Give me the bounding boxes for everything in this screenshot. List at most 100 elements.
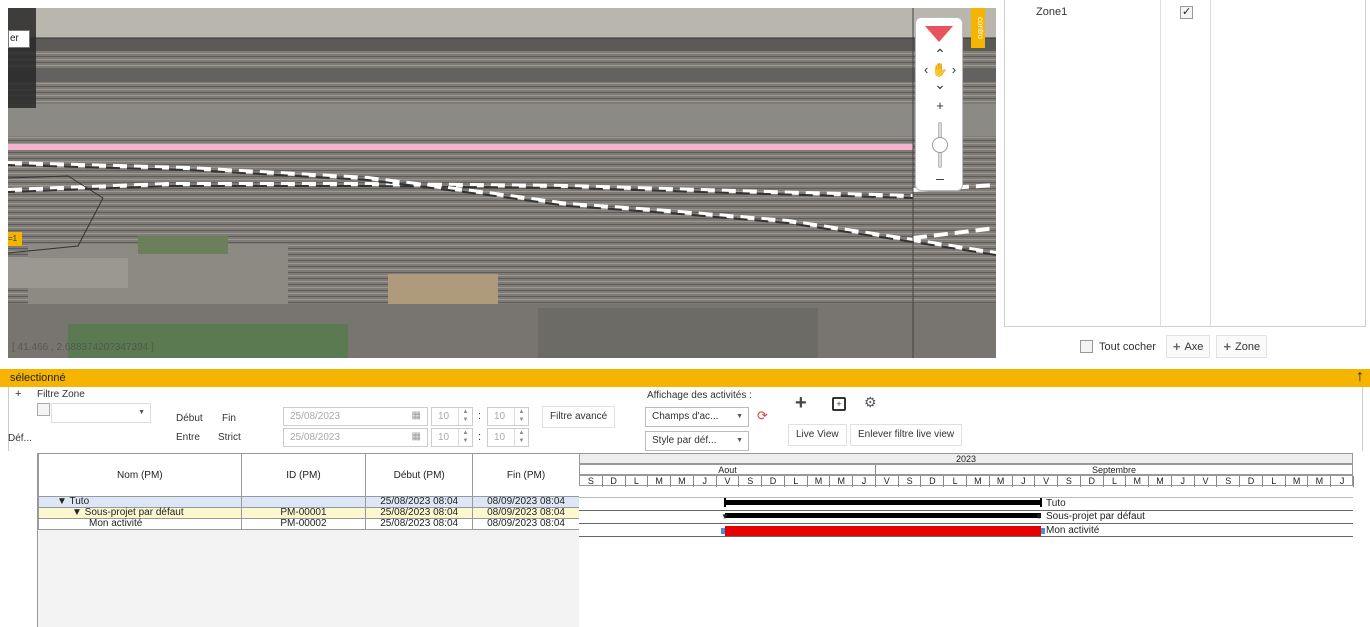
table-row[interactable]: ▼ Sous-projet par défaut PM-00001 25/08/… <box>38 507 580 519</box>
gantt-bar-tuto[interactable] <box>725 500 1041 505</box>
plus-icon: + <box>1172 339 1181 354</box>
day-label: M <box>1286 476 1309 487</box>
expand-all-icon[interactable]: + <box>832 397 846 411</box>
grid-column-divider <box>1160 0 1161 327</box>
month-label: Septembre <box>1091 465 1137 475</box>
zoom-in-icon[interactable]: + <box>916 98 964 113</box>
column-header-start[interactable]: Début (PM) <box>365 453 474 497</box>
refresh-icon[interactable]: ⟳ <box>757 408 768 424</box>
day-label: M <box>1126 476 1150 487</box>
end-date-input[interactable]: 25/08/2023 ▦ <box>283 428 428 447</box>
column-header-name[interactable]: Nom (PM) <box>38 453 242 497</box>
end-minute-spinner[interactable]: 10 ▲ ▼ <box>487 428 529 447</box>
start-minute-spinner[interactable]: 10 ▲ ▼ <box>487 407 529 426</box>
gantt-bar-activity[interactable] <box>725 526 1041 536</box>
day-label: V <box>1035 476 1059 487</box>
pan-down-icon[interactable]: ⌄ <box>916 76 964 93</box>
zones-panel: Zone1 Tout cocher +Axe +Zone <box>1004 0 1370 358</box>
column-header-end[interactable]: Fin (PM) <box>472 453 580 497</box>
day-label: M <box>1308 476 1332 487</box>
calendar-icon[interactable]: ▦ <box>412 431 421 442</box>
day-label: L <box>785 476 808 487</box>
start-hour-spinner[interactable]: 10 ▲ ▼ <box>431 407 473 426</box>
add-zone-label: Zone <box>1235 340 1261 353</box>
zoom-out-icon[interactable]: – <box>916 170 964 186</box>
spinner-arrows-icon[interactable]: ▲ ▼ <box>514 429 528 446</box>
add-zone-button[interactable]: + Zone <box>1216 335 1268 358</box>
add-axis-button[interactable]: + Axe <box>1165 335 1211 358</box>
grid-column-divider <box>1210 0 1211 327</box>
style-select[interactable]: Style par déf... ▼ <box>645 431 749 451</box>
spinner-arrows-icon[interactable]: ▲ ▼ <box>458 408 472 425</box>
day-label: J <box>1013 476 1036 487</box>
strict-label[interactable]: Strict <box>218 432 241 443</box>
activities-display-label: Affichage des activités : <box>647 390 752 401</box>
calendar-icon[interactable]: ▦ <box>412 410 421 421</box>
day-label: M <box>671 476 694 487</box>
chevron-down-icon: ▼ <box>736 413 743 420</box>
row-start: 25/08/2023 08:04 <box>365 496 474 508</box>
map-search-stub[interactable]: er <box>8 30 30 48</box>
add-button[interactable]: + <box>15 388 21 400</box>
day-label: L <box>1263 476 1286 487</box>
chevron-down-icon: ▼ <box>138 409 145 416</box>
table-row[interactable]: Mon activité PM-00002 25/08/2023 08:04 0… <box>38 518 580 530</box>
gantt-bar-cap <box>724 498 726 507</box>
filter-zone-select[interactable]: ▼ <box>51 403 151 423</box>
zone-checkbox[interactable] <box>1180 5 1193 19</box>
day-label: V <box>1195 476 1218 487</box>
remove-live-filter-button[interactable]: Enlever filtre live view <box>850 424 963 446</box>
zone-name: Zone1 <box>1036 6 1068 18</box>
zones-panel-actions: Tout cocher + Axe + Zone <box>1080 335 1268 358</box>
compass-icon[interactable] <box>925 26 953 42</box>
day-label: M <box>648 476 672 487</box>
plus-icon: + <box>1223 339 1232 354</box>
gantt-label-tuto: Tuto <box>1046 498 1066 509</box>
map-navigation-control[interactable]: ⌃ ‹ ✋ › ⌄ + – <box>915 17 963 191</box>
gantt-handle[interactable] <box>1041 528 1045 534</box>
controls-tab[interactable]: contro <box>971 8 985 48</box>
filter-zone-label: Filtre Zone <box>37 389 85 400</box>
row-end: 08/09/2023 08:04 <box>472 518 580 530</box>
fields-select[interactable]: Champs d'ac... ▼ <box>645 407 749 427</box>
gantt-month-header: Aout Septembre <box>579 464 1353 475</box>
column-header-id[interactable]: ID (PM) <box>240 453 367 497</box>
selection-bar[interactable]: sélectionné ↑ <box>0 368 1370 387</box>
check-all-checkbox[interactable] <box>1080 340 1093 353</box>
time-separator: : <box>478 410 482 422</box>
gantt-bar-subproject[interactable] <box>725 513 1041 518</box>
summary-marker-icon: ▼ <box>1035 512 1043 521</box>
start-date-input[interactable]: 25/08/2023 ▦ <box>283 407 428 426</box>
live-view-button[interactable]: Live View <box>788 424 847 446</box>
spinner-arrows-icon[interactable]: ▲ ▼ <box>514 408 528 425</box>
day-label: L <box>626 476 649 487</box>
row-id <box>240 496 367 508</box>
fin-label[interactable]: Fin <box>222 413 236 424</box>
add-activity-icon[interactable]: + <box>795 392 807 415</box>
day-label: J <box>1172 476 1195 487</box>
row-start: 25/08/2023 08:04 <box>365 507 474 519</box>
pan-up-icon[interactable]: ⌃ <box>916 46 964 63</box>
map-view[interactable]: er =1 [ 41.466 , 2.68837420?347394 ] <box>8 8 996 358</box>
collapse-up-icon[interactable]: ↑ <box>1356 368 1364 386</box>
day-label: S <box>1058 476 1081 487</box>
day-label: L <box>944 476 967 487</box>
day-label: M <box>808 476 831 487</box>
settings-gear-icon[interactable]: ⚙ <box>864 394 877 411</box>
end-hour-spinner[interactable]: 10 ▲ ▼ <box>431 428 473 447</box>
chevron-down-icon: ▼ <box>736 437 743 444</box>
gantt-row-divider <box>579 523 1353 524</box>
summary-marker-icon: ▼ <box>721 512 729 521</box>
advanced-filter-button[interactable]: Filtre avancé <box>542 406 616 428</box>
debut-label: Début <box>176 413 203 424</box>
filter-zone-checkbox[interactable] <box>37 403 50 416</box>
fields-select-value: Champs d'ac... <box>652 411 719 422</box>
gantt-chart[interactable]: 2023 Aout Septembre SDLMMJVSDLMMJVSDLMMJ… <box>579 453 1354 627</box>
table-row[interactable]: ▼ Tuto 25/08/2023 08:04 08/09/2023 08:04 <box>38 496 580 508</box>
gantt-handle[interactable] <box>721 528 725 534</box>
row-id: PM-00001 <box>240 507 367 519</box>
zoom-slider-knob[interactable] <box>932 137 948 153</box>
day-label: D <box>762 476 785 487</box>
day-label: S <box>1217 476 1241 487</box>
spinner-arrows-icon[interactable]: ▲ ▼ <box>458 429 472 446</box>
